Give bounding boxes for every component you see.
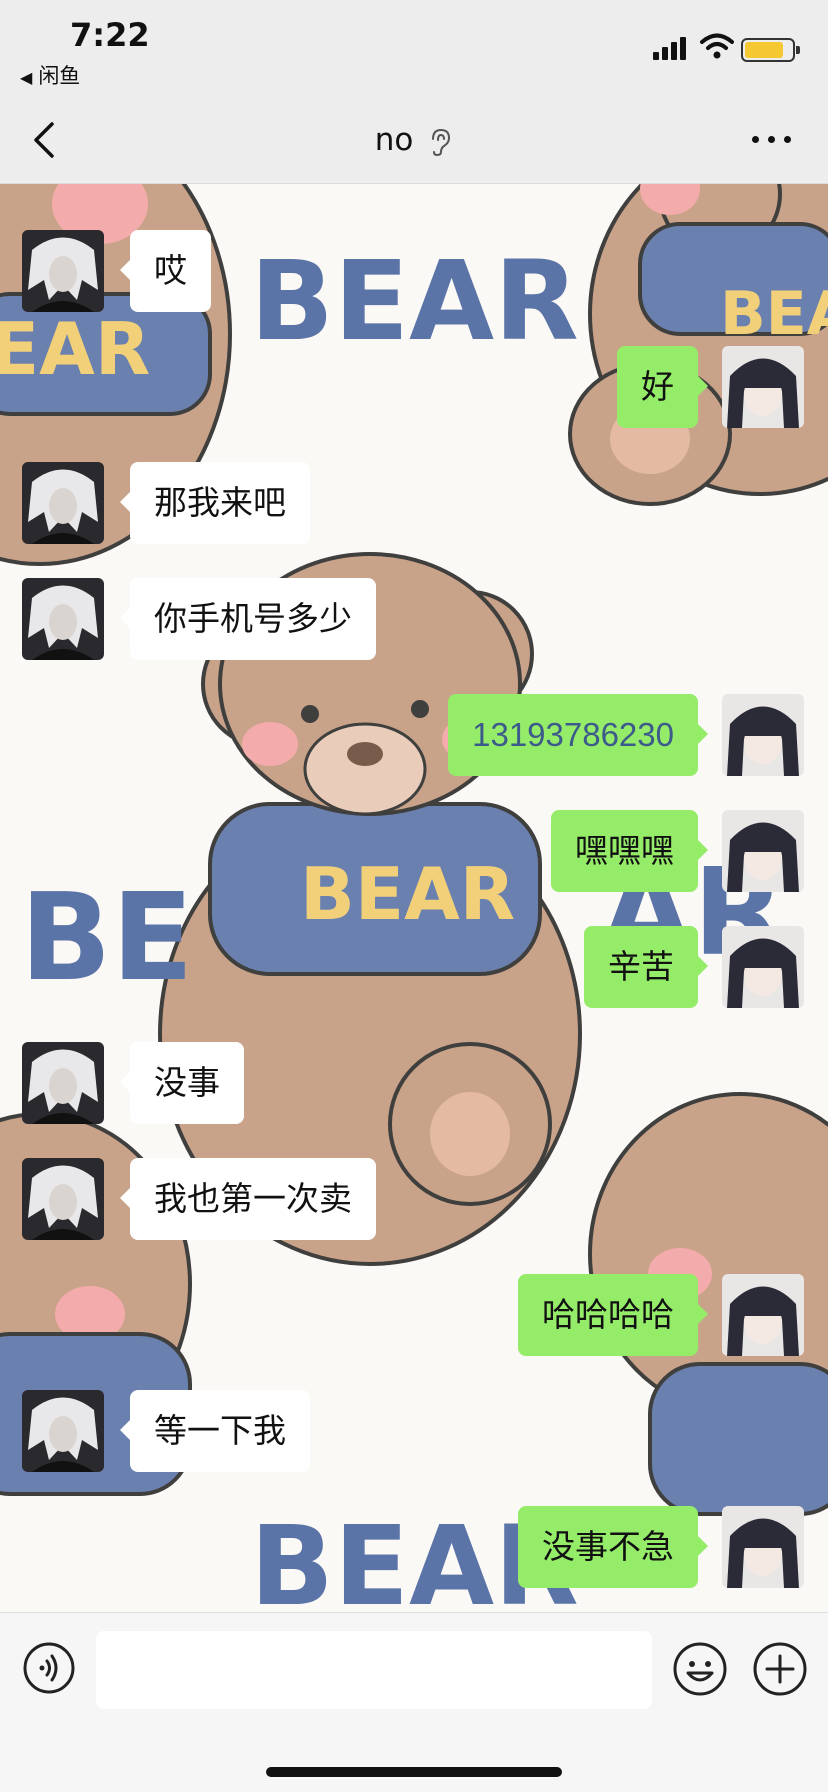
message-bubble[interactable]: 你手机号多少 — [120, 578, 376, 660]
avatar[interactable] — [722, 810, 804, 892]
message-row: 哎 — [0, 230, 828, 314]
status-bar: 7:22 ◀ 闲鱼 — [0, 0, 828, 96]
avatar[interactable] — [722, 346, 804, 428]
avatar-image — [22, 1042, 104, 1124]
message-row: 好 — [0, 346, 828, 430]
avatar[interactable] — [22, 578, 104, 660]
avatar[interactable] — [22, 230, 104, 312]
message-row: 你手机号多少 — [0, 578, 828, 662]
emoji-icon[interactable] — [672, 1641, 728, 1697]
back-app-label: 闲鱼 — [38, 64, 81, 88]
avatar[interactable] — [722, 694, 804, 776]
message-bubble[interactable]: 好 — [617, 346, 708, 428]
avatar[interactable] — [22, 1390, 104, 1472]
message-row: 哈哈哈哈 — [0, 1274, 828, 1358]
avatar-image — [722, 694, 804, 776]
avatar[interactable] — [722, 1274, 804, 1356]
message-bubble[interactable]: 哎 — [120, 230, 211, 312]
avatar-image — [22, 230, 104, 312]
back-to-app-link[interactable]: ◀ 闲鱼 — [20, 60, 80, 90]
chat-title-text: no — [374, 122, 414, 158]
avatar-image — [22, 1158, 104, 1240]
avatar-image — [722, 1506, 804, 1588]
chat-title: no — [0, 122, 828, 158]
message-list[interactable]: BEAR BEAR BE AR BEAR EAR BEAR 哎 好 — [0, 184, 828, 1612]
message-row: 辛苦 — [0, 926, 828, 1010]
message-row: 13193786230 — [0, 694, 828, 778]
message-row: 等一下我 — [0, 1390, 828, 1474]
message-bubble[interactable]: 我也第一次卖 — [120, 1158, 376, 1240]
message-bubble[interactable]: 没事 — [120, 1042, 244, 1124]
ear-icon — [432, 128, 451, 156]
message-bubble[interactable]: 那我来吧 — [120, 462, 310, 544]
avatar-image — [722, 926, 804, 1008]
message-row: 那我来吧 — [0, 462, 828, 546]
avatar-image — [722, 810, 804, 892]
avatar-image — [22, 578, 104, 660]
message-bubble[interactable]: 等一下我 — [120, 1390, 310, 1472]
status-time: 7:22 — [70, 16, 150, 54]
message-row: 我也第一次卖 — [0, 1158, 828, 1242]
avatar[interactable] — [22, 1042, 104, 1124]
avatar-image — [722, 346, 804, 428]
message-bubble-phone-number[interactable]: 13193786230 — [448, 694, 708, 776]
home-indicator[interactable] — [266, 1767, 562, 1777]
cellular-signal-icon — [653, 36, 687, 60]
wifi-icon — [700, 33, 734, 59]
plus-icon[interactable] — [752, 1641, 808, 1697]
message-row: 没事 — [0, 1042, 828, 1126]
avatar[interactable] — [722, 926, 804, 1008]
voice-icon[interactable] — [22, 1641, 76, 1695]
message-input[interactable] — [96, 1631, 652, 1709]
avatar[interactable] — [722, 1506, 804, 1588]
avatar-image — [22, 462, 104, 544]
avatar-image — [722, 1274, 804, 1356]
message-bubble[interactable]: 嘿嘿嘿 — [551, 810, 708, 892]
message-row: 没事不急 — [0, 1506, 828, 1590]
avatar-image — [22, 1390, 104, 1472]
back-triangle-icon: ◀ — [20, 68, 33, 87]
message-bubble[interactable]: 没事不急 — [518, 1506, 708, 1588]
avatar[interactable] — [22, 462, 104, 544]
message-bubble[interactable]: 哈哈哈哈 — [518, 1274, 708, 1356]
message-row: 嘿嘿嘿 — [0, 810, 828, 894]
avatar[interactable] — [22, 1158, 104, 1240]
input-bar — [0, 1612, 828, 1792]
message-bubble[interactable]: 辛苦 — [584, 926, 708, 1008]
battery-icon — [741, 38, 800, 62]
chat-header: no — [0, 96, 828, 184]
more-dots-icon[interactable] — [752, 130, 792, 150]
